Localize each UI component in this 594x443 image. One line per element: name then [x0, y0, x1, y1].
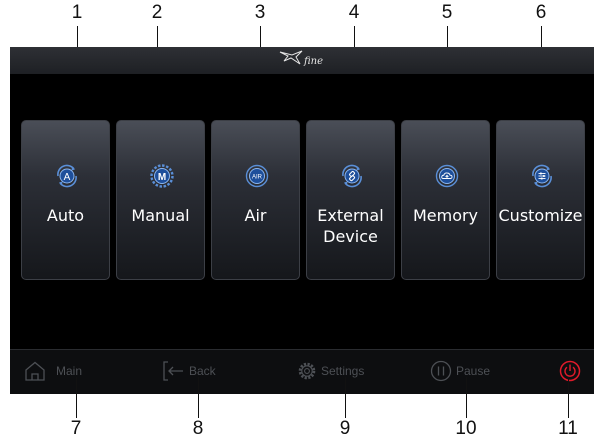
callout-11: 11	[558, 418, 578, 439]
air-mode-icon: AIR	[245, 164, 269, 188]
callout-6: 6	[535, 2, 547, 23]
back-label: Back	[189, 364, 216, 378]
callout-7: 7	[70, 418, 82, 439]
pause-button[interactable]: Pause	[430, 360, 500, 382]
callout-9: 9	[339, 418, 351, 439]
tile-external-device[interactable]: External Device	[306, 120, 395, 280]
gear-icon	[298, 362, 316, 380]
manual-badge-letter: M	[158, 172, 166, 183]
callout-2: 2	[151, 2, 163, 23]
leader-line-7	[76, 377, 77, 418]
pause-label: Pause	[456, 364, 491, 378]
top-bar: fine	[10, 47, 594, 74]
leader-line-11	[568, 377, 569, 418]
tile-customize[interactable]: Customize	[496, 120, 585, 280]
logo-text: fine	[304, 56, 324, 67]
tile-memory-label: Memory	[412, 206, 479, 225]
main-label: Main	[56, 364, 83, 378]
device-screen: fine A Auto M Manual AIR Air External De…	[10, 47, 594, 394]
leader-line-8	[198, 377, 199, 418]
main-button[interactable]: Main	[24, 360, 96, 382]
tile-memory[interactable]: Memory	[401, 120, 490, 280]
callout-5: 5	[441, 2, 453, 23]
leader-line-9	[345, 377, 346, 418]
tile-manual-label: Manual	[131, 206, 190, 225]
tile-air-label: Air	[244, 206, 267, 225]
bird-logo-icon	[279, 50, 303, 65]
callout-4: 4	[348, 2, 360, 23]
power-icon	[559, 360, 581, 382]
auto-badge-letter: A	[64, 172, 71, 183]
power-button[interactable]	[559, 360, 581, 382]
tile-external-device-label: External Device	[317, 206, 384, 246]
callout-3: 3	[254, 2, 266, 23]
callout-1: 1	[71, 2, 83, 23]
memory-cloud-icon	[435, 164, 459, 188]
settings-label: Settings	[321, 364, 365, 378]
bottom-nav-bar: Main Back Settings Pause	[10, 349, 594, 394]
back-arrow-icon	[163, 361, 183, 381]
customize-sliders-icon	[532, 164, 552, 188]
settings-button[interactable]: Settings	[296, 360, 376, 382]
air-badge-text: AIR	[252, 175, 263, 181]
callout-10: 10	[455, 418, 477, 439]
tile-air[interactable]: AIR Air	[211, 120, 300, 280]
manual-mode-icon: M	[150, 164, 174, 188]
tile-auto-label: Auto	[46, 206, 85, 225]
auto-mode-icon: A	[57, 164, 77, 188]
tile-customize-label: Customize	[498, 206, 583, 225]
callout-8: 8	[192, 418, 204, 439]
back-button[interactable]: Back	[162, 360, 222, 382]
tile-auto[interactable]: A Auto	[21, 120, 110, 280]
pause-icon	[430, 360, 452, 382]
tile-manual[interactable]: M Manual	[116, 120, 205, 280]
leader-line-10	[466, 377, 467, 418]
external-device-icon	[342, 164, 362, 188]
home-icon	[25, 361, 45, 381]
